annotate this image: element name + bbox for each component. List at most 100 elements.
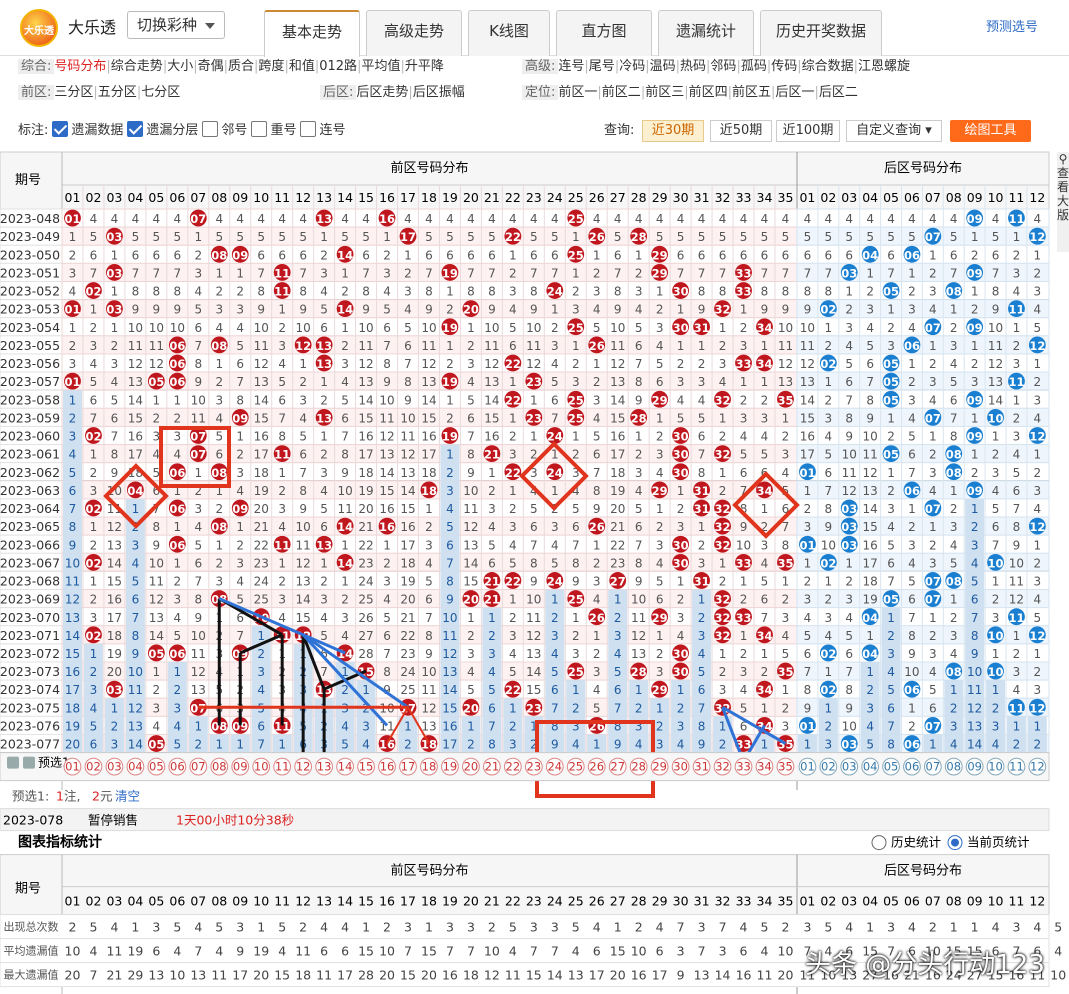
omission-value: 5 xyxy=(740,448,748,462)
omission-value: 11 xyxy=(128,683,143,697)
history-radio[interactable] xyxy=(871,835,887,851)
stats-value: 15 xyxy=(400,968,416,983)
omission-value: 16 xyxy=(65,665,80,679)
back-ball-number: 10 xyxy=(988,665,1004,679)
omission-value: 5 xyxy=(950,230,958,244)
omission-value: 4 xyxy=(929,303,937,317)
stats-front-col: 24 xyxy=(547,894,563,909)
stats-front-col: 13 xyxy=(316,894,332,909)
back-ball-number: 08 xyxy=(946,665,962,679)
front-ball-number: 06 xyxy=(169,466,185,480)
omission-value: 20 xyxy=(358,502,373,516)
omission-value: 1 xyxy=(530,393,538,407)
omission-value: 8 xyxy=(194,357,202,371)
stats-value: 2 xyxy=(635,920,643,935)
omission-value: 9 xyxy=(257,303,265,317)
next-issue-row xyxy=(0,808,1050,832)
omission-value: 1 xyxy=(69,321,77,335)
front-ball-number: 02 xyxy=(85,285,101,299)
stats-value: 10 xyxy=(484,944,500,959)
omission-value: 2 xyxy=(887,484,895,498)
stats-front-col: 09 xyxy=(232,894,248,909)
preselect-front-number: 24 xyxy=(547,760,562,774)
omission-value: 9 xyxy=(1013,538,1021,552)
issue-number: 2023-067 xyxy=(0,555,60,570)
omission-value: 3 xyxy=(804,520,812,534)
omission-value: 3 xyxy=(1034,285,1042,299)
omission-value: 2 xyxy=(90,665,98,679)
omission-value: 12 xyxy=(296,556,311,570)
omission-value: 4 xyxy=(950,738,958,752)
front-col-header: 34 xyxy=(757,190,773,205)
omission-value: 7 xyxy=(971,611,979,625)
stats-value: 3 xyxy=(1012,920,1020,935)
front-ball-number: 06 xyxy=(169,375,185,389)
stats-value: 4 xyxy=(110,920,118,935)
stats-value: 11 xyxy=(757,968,773,983)
omission-value: 4 xyxy=(782,466,790,480)
omission-value: 9 xyxy=(132,647,140,661)
omission-value: 12 xyxy=(149,357,164,371)
omission-value: 11 xyxy=(800,339,815,353)
back-ball-number: 08 xyxy=(946,466,962,480)
omission-value: 4 xyxy=(740,683,748,697)
expand-icon[interactable] xyxy=(7,756,19,769)
omission-value: 4 xyxy=(866,719,874,733)
omission-value: 3 xyxy=(761,538,769,552)
omission-value: 1 xyxy=(111,701,119,715)
omission-value: 1 xyxy=(320,556,328,570)
clear-button[interactable]: 清空 xyxy=(115,789,140,804)
stats-value: 6 xyxy=(593,944,601,959)
omission-value: 1 xyxy=(153,393,161,407)
stats-value: 19 xyxy=(253,944,269,959)
front-ball-number: 02 xyxy=(85,556,101,570)
front-ball-number: 11 xyxy=(274,285,290,299)
omission-value: 4 xyxy=(425,212,433,226)
omission-value: 1 xyxy=(908,502,916,516)
preselect-back-number: 10 xyxy=(988,760,1003,774)
omission-value: 14 xyxy=(988,393,1003,407)
omission-value: 1 xyxy=(761,502,769,516)
front-ball-number: 09 xyxy=(232,502,248,516)
stats-value: 7 xyxy=(89,968,97,983)
omission-value: 6 xyxy=(509,339,517,353)
preselect-back-number: 02 xyxy=(821,760,836,774)
omission-value: 5 xyxy=(866,738,874,752)
sale-status: 暂停销售 xyxy=(88,813,138,828)
omission-value: 4 xyxy=(69,448,77,462)
back-ball-number: 10 xyxy=(988,629,1004,643)
omission-value: 7 xyxy=(69,502,77,516)
omission-value: 6 xyxy=(488,701,496,715)
back-zone-header: 后区号码分布 xyxy=(884,161,962,176)
front-col-header: 19 xyxy=(442,190,458,205)
back-ball-number: 07 xyxy=(925,502,941,516)
stats-back-col: 07 xyxy=(925,894,941,909)
omission-value: 15 xyxy=(442,701,457,715)
omission-value: 5 xyxy=(698,411,706,425)
front-ball-number: 22 xyxy=(505,466,521,480)
omission-value: 8 xyxy=(593,484,601,498)
omission-value: 8 xyxy=(257,285,265,299)
front-ball-number: 22 xyxy=(505,230,521,244)
omission-value: 4 xyxy=(362,738,370,752)
omission-value: 2 xyxy=(215,556,223,570)
front-ball-number: 33 xyxy=(736,357,752,371)
omission-value: 4 xyxy=(593,303,601,317)
omission-value: 2 xyxy=(1013,339,1021,353)
front-ball-number: 19 xyxy=(442,266,458,280)
omission-value: 4 xyxy=(90,357,98,371)
omission-value: 8 xyxy=(467,285,475,299)
omission-value: 8 xyxy=(404,375,412,389)
omission-value: 1 xyxy=(278,738,286,752)
omission-value: 2 xyxy=(111,719,119,733)
omission-value: 13 xyxy=(610,375,625,389)
omission-value: 4 xyxy=(677,393,685,407)
collapse-icon[interactable] xyxy=(23,756,35,769)
omission-value: 6 xyxy=(887,556,895,570)
omission-value: 13 xyxy=(191,683,206,697)
omission-value: 2 xyxy=(236,538,244,552)
omission-value: 4 xyxy=(1034,303,1042,317)
omission-value: 13 xyxy=(400,466,415,480)
omission-value: 12 xyxy=(379,430,394,444)
issue-number: 2023-048 xyxy=(0,211,60,226)
